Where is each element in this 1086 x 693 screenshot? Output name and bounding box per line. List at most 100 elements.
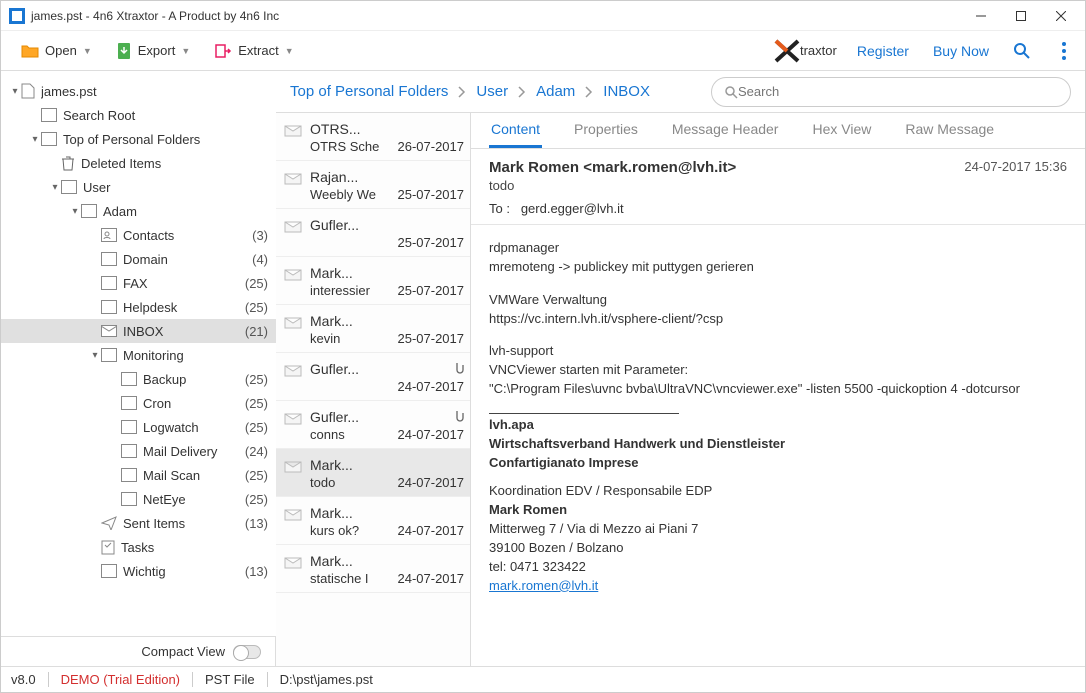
status-version: v8.0 — [11, 672, 48, 687]
tree-label: Contacts — [123, 228, 245, 243]
message-date: 25-07-2017 — [398, 283, 465, 298]
chevron-right-icon — [458, 86, 466, 98]
maximize-button[interactable] — [1001, 2, 1041, 30]
export-button[interactable]: Export▼ — [108, 38, 199, 64]
message-subject: Mark... — [310, 457, 353, 473]
folder-icon — [121, 420, 137, 434]
breadcrumb-item[interactable]: Top of Personal Folders — [290, 83, 448, 100]
message-item[interactable]: Mark...statische I24-07-2017 — [276, 545, 470, 593]
envelope-icon — [284, 267, 302, 281]
message-item[interactable]: Mark...kurs ok?24-07-2017 — [276, 497, 470, 545]
minimize-button[interactable] — [961, 2, 1001, 30]
message-date: 24-07-2017 — [398, 427, 465, 442]
tree-node[interactable]: Domain (4) — [1, 247, 276, 271]
tree-count: (13) — [241, 564, 268, 579]
overflow-menu-icon[interactable] — [1055, 42, 1073, 60]
message-date: 25-07-2017 — [398, 235, 465, 250]
message-date: 24-07-2017 — [398, 523, 465, 538]
tree-label: Wichtig — [123, 564, 237, 579]
extract-label: Extract — [238, 43, 278, 58]
message-preview: interessier — [310, 283, 370, 298]
tree-node[interactable]: Sent Items (13) — [1, 511, 276, 535]
tree-label: User — [83, 180, 268, 195]
tree-node[interactable]: Mail Delivery (24) — [1, 439, 276, 463]
expand-icon[interactable]: ▾ — [69, 206, 81, 217]
message-item[interactable]: Rajan...Weebly We25-07-2017 — [276, 161, 470, 209]
tree-count: (25) — [241, 372, 268, 387]
message-subject: OTRS... — [310, 121, 361, 137]
register-link[interactable]: Register — [857, 43, 909, 59]
tree-count: (4) — [249, 252, 269, 267]
message-preview: kevin — [310, 331, 340, 346]
tree-node[interactable]: Contacts (3) — [1, 223, 276, 247]
tree-node[interactable]: INBOX (21) — [1, 319, 276, 343]
extract-button[interactable]: Extract▼ — [206, 39, 301, 63]
tree-node[interactable]: ▾james.pst — [1, 79, 276, 103]
message-date: 24-07-2017 — [398, 571, 465, 586]
tree-node[interactable]: ▾ User — [1, 175, 276, 199]
tree-node[interactable]: Wichtig (13) — [1, 559, 276, 583]
envelope-icon — [284, 219, 302, 233]
message-item[interactable]: Gufler...conns24-07-2017 — [276, 401, 470, 449]
search-box[interactable] — [711, 77, 1071, 107]
open-button[interactable]: Open▼ — [13, 39, 100, 63]
tab-hex-view[interactable]: Hex View — [810, 115, 873, 148]
message-subject: Mark... — [310, 553, 353, 569]
preview-date: 24-07-2017 15:36 — [964, 159, 1067, 176]
app-icon — [9, 8, 25, 24]
expand-icon[interactable]: ▾ — [29, 134, 41, 145]
tree-node[interactable]: Search Root — [1, 103, 276, 127]
expand-icon[interactable]: ▾ — [89, 350, 101, 361]
tree-label: Backup — [143, 372, 237, 387]
tree-node[interactable]: NetEye (25) — [1, 487, 276, 511]
tree-node[interactable]: FAX (25) — [1, 271, 276, 295]
tab-properties[interactable]: Properties — [572, 115, 640, 148]
folder-icon — [121, 444, 137, 458]
tree-count: (25) — [241, 300, 268, 315]
sent-icon — [101, 516, 117, 530]
tree-label: Adam — [103, 204, 268, 219]
breadcrumb-item[interactable]: INBOX — [603, 83, 650, 100]
tree-node[interactable]: ▾Top of Personal Folders — [1, 127, 276, 151]
tab-message-header[interactable]: Message Header — [670, 115, 781, 148]
expand-icon[interactable]: ▾ — [49, 182, 61, 193]
message-date: 26-07-2017 — [398, 139, 465, 154]
tree-node[interactable]: Mail Scan (25) — [1, 463, 276, 487]
message-item[interactable]: Gufler...24-07-2017 — [276, 353, 470, 401]
tree-node[interactable]: ▾ Monitoring — [1, 343, 276, 367]
tree-label: NetEye — [143, 492, 237, 507]
status-edition: DEMO (Trial Edition) — [48, 672, 192, 687]
compact-view-toggle[interactable] — [233, 645, 261, 659]
message-item[interactable]: Mark...interessier25-07-2017 — [276, 257, 470, 305]
tree-node[interactable]: Deleted Items — [1, 151, 276, 175]
buy-now-link[interactable]: Buy Now — [933, 43, 989, 59]
breadcrumb-item[interactable]: Adam — [536, 83, 575, 100]
folder-icon — [121, 372, 137, 386]
message-date: 24-07-2017 — [398, 379, 465, 394]
tree-label: Mail Scan — [143, 468, 237, 483]
tab-raw-message[interactable]: Raw Message — [903, 115, 996, 148]
folder-icon — [61, 180, 77, 194]
close-button[interactable] — [1041, 2, 1081, 30]
search-input[interactable] — [738, 84, 1058, 99]
message-item[interactable]: Mark...todo24-07-2017 — [276, 449, 470, 497]
signature-email-link[interactable]: mark.romen@lvh.it — [489, 578, 598, 593]
message-subject: Rajan... — [310, 169, 358, 185]
expand-icon[interactable]: ▾ — [9, 86, 21, 97]
folder-icon — [121, 396, 137, 410]
search-icon[interactable] — [1013, 42, 1031, 60]
tree-node[interactable]: Helpdesk (25) — [1, 295, 276, 319]
tree-node[interactable]: Backup (25) — [1, 367, 276, 391]
message-item[interactable]: Gufler...25-07-2017 — [276, 209, 470, 257]
breadcrumb-item[interactable]: User — [476, 83, 508, 100]
tab-content[interactable]: Content — [489, 115, 542, 148]
tasks-icon — [101, 539, 115, 555]
tree-node[interactable]: ▾ Adam — [1, 199, 276, 223]
tree-count: (25) — [241, 276, 268, 291]
tree-node[interactable]: Tasks — [1, 535, 276, 559]
tree-node[interactable]: Logwatch (25) — [1, 415, 276, 439]
message-item[interactable]: OTRS...OTRS Sche26-07-2017 — [276, 113, 470, 161]
message-item[interactable]: Mark...kevin25-07-2017 — [276, 305, 470, 353]
tree-label: Monitoring — [123, 348, 268, 363]
tree-node[interactable]: Cron (25) — [1, 391, 276, 415]
